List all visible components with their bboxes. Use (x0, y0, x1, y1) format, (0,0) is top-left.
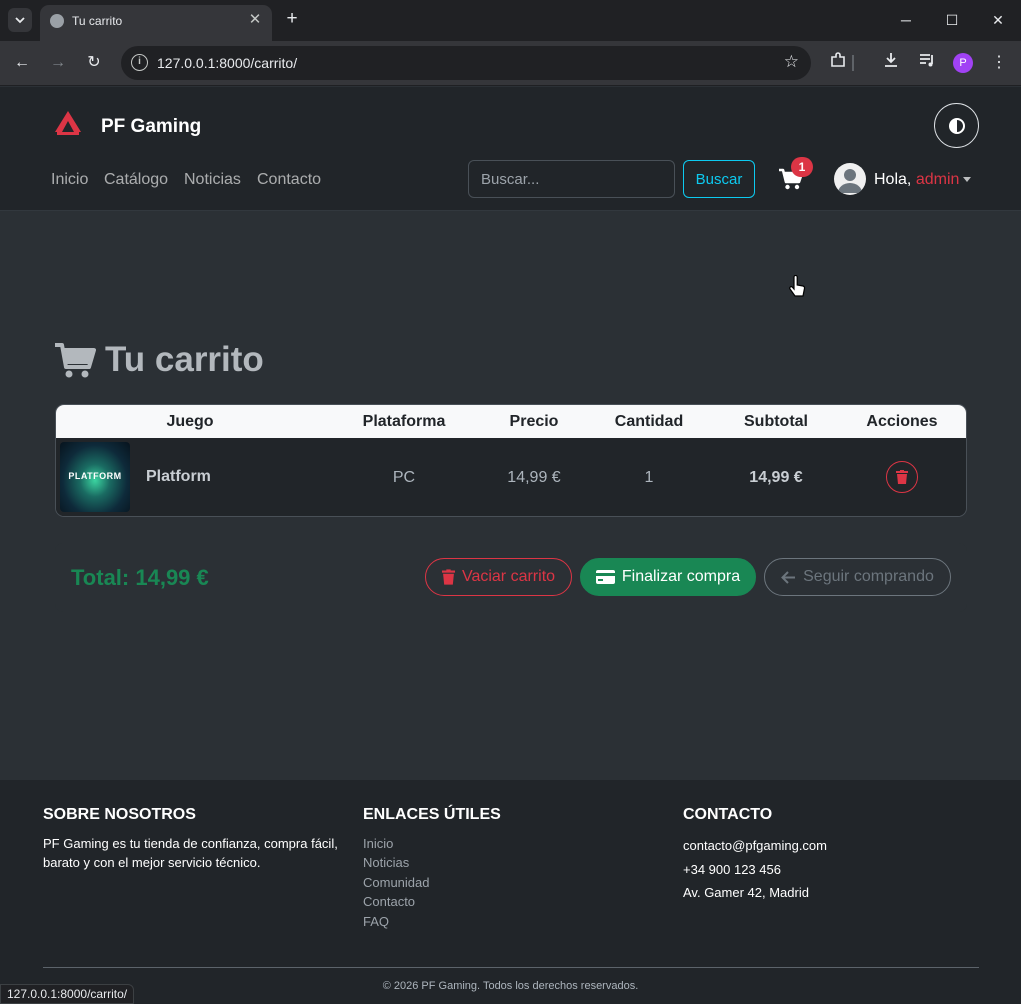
cart-icon (55, 343, 96, 378)
column-header-subtotal: Subtotal (744, 413, 808, 430)
footer-contact-email[interactable]: contacto@pfgaming.com (683, 834, 983, 858)
page-title: Tu carrito (54, 338, 264, 382)
game-subtotal: 14,99 € (749, 469, 803, 486)
game-platform: PC (392, 469, 416, 486)
column-header-juego: Juego (166, 413, 214, 430)
table-header: Juego Plataforma Precio Cantidad Subtota… (56, 405, 966, 438)
user-menu-toggle[interactable]: Hola, admin (874, 171, 972, 189)
continue-shopping-label: Seguir comprando (803, 568, 934, 585)
cart-table: Juego Plataforma Precio Cantidad Subtota… (55, 404, 967, 517)
caret-down-icon (963, 177, 972, 183)
empty-cart-label: Vaciar carrito (461, 568, 556, 585)
page-title-text: Tu carrito (105, 340, 264, 379)
empty-cart-button[interactable]: Vaciar carrito (425, 558, 572, 596)
cursor-icon (789, 275, 806, 297)
user-icon[interactable] (834, 163, 866, 195)
toolbar-divider (852, 55, 854, 71)
nav-link-inicio[interactable]: Inicio (51, 171, 88, 189)
username: admin (915, 171, 960, 188)
footer-about-heading: SOBRE NOSOTROS (43, 806, 196, 823)
column-header-cantidad: Cantidad (614, 413, 684, 430)
greeting-text: Hola, (874, 171, 912, 188)
credit-card-icon (595, 570, 615, 584)
maximize-icon[interactable]: ☐ (937, 8, 967, 32)
footer-links: ENLACES ÚTILES Inicio Noticias Comunidad… (363, 806, 663, 931)
status-bar-url: 127.0.0.1:8000/carrito/ (0, 984, 135, 1004)
continue-shopping-button[interactable]: Seguir comprando (764, 558, 951, 596)
profile-avatar[interactable]: P (953, 53, 973, 73)
star-icon[interactable]: ☆ (784, 52, 799, 72)
footer-link-inicio[interactable]: Inicio (363, 834, 663, 853)
download-icon[interactable] (879, 51, 903, 75)
cart-total: Total: 14,99 € (71, 565, 209, 590)
browser-tab-strip: Tu carrito ✕ + ─ ☐ ✕ (0, 0, 1021, 41)
plus-icon[interactable]: + (283, 9, 301, 29)
footer-contact-phone: +34 900 123 456 (683, 861, 781, 877)
site-footer: SOBRE NOSOTROS PF Gaming es tu tienda de… (0, 780, 1021, 1004)
arrow-left-icon (781, 570, 796, 584)
back-icon[interactable]: ← (9, 51, 35, 75)
game-name[interactable]: Platform (146, 468, 211, 486)
footer-copyright: © 2026 PF Gaming. Todos los derechos res… (382, 980, 639, 992)
url-text[interactable]: 127.0.0.1:8000/carrito/ (157, 55, 297, 71)
info-icon[interactable]: i (131, 54, 148, 71)
footer-about-text: PF Gaming es tu tienda de confianza, com… (43, 836, 338, 870)
cart-summary: Total: 14,99 € Vaciar carrito Finalizar … (55, 543, 967, 612)
nav-link-catalogo[interactable]: Catálogo (104, 171, 168, 189)
address-bar[interactable]: i 127.0.0.1:8000/carrito/ ☆ (121, 46, 811, 80)
minimize-icon[interactable]: ─ (891, 8, 921, 32)
reload-icon[interactable]: ↻ (81, 51, 107, 75)
checkout-button[interactable]: Finalizar compra (580, 558, 756, 596)
footer-link-faq[interactable]: FAQ (363, 912, 663, 931)
footer-link-comunidad[interactable]: Comunidad (363, 873, 663, 892)
column-header-acciones: Acciones (866, 413, 938, 430)
brand-name[interactable]: PF Gaming (101, 116, 201, 138)
trash-icon (441, 569, 455, 585)
table-row: PLATFORM Platform PC 14,99 € 1 14,99 € (56, 438, 966, 516)
nav-link-contacto[interactable]: Contacto (257, 171, 321, 189)
thumbnail-text: PLATFORM (68, 471, 122, 481)
chevron-down-icon (15, 17, 25, 24)
forward-icon[interactable]: → (45, 51, 71, 75)
trash-icon (896, 470, 908, 484)
search-button[interactable]: Buscar (683, 160, 755, 198)
extensions-icon[interactable] (826, 51, 850, 75)
search-input[interactable] (468, 160, 675, 198)
footer-contact-heading: CONTACTO (683, 806, 773, 823)
cart-count-badge: 1 (791, 157, 813, 177)
game-price: 14,99 € (507, 469, 561, 486)
checkout-label: Finalizar compra (621, 568, 741, 585)
menu-icon[interactable]: ⋮ (987, 51, 1011, 75)
browser-tab[interactable]: Tu carrito ✕ (40, 5, 272, 41)
footer-contact: CONTACTO contacto@pfgaming.com +34 900 1… (683, 806, 983, 905)
footer-links-heading: ENLACES ÚTILES (363, 806, 501, 823)
remove-item-button[interactable] (886, 461, 918, 493)
footer-divider (43, 967, 979, 968)
close-icon[interactable]: ✕ (246, 11, 264, 29)
game-quantity: 1 (644, 469, 654, 486)
column-header-plataforma: Plataforma (362, 413, 446, 430)
footer-about: SOBRE NOSOTROS PF Gaming es tu tienda de… (43, 806, 343, 872)
globe-icon (50, 14, 64, 28)
footer-contact-address: Av. Gamer 42, Madrid (683, 885, 809, 900)
nav-link-noticias[interactable]: Noticias (184, 171, 241, 189)
game-thumbnail[interactable]: PLATFORM (60, 442, 130, 512)
tab-search-button[interactable] (8, 8, 32, 32)
footer-link-noticias[interactable]: Noticias (363, 853, 663, 872)
footer-link-contacto[interactable]: Contacto (363, 892, 663, 911)
tab-title: Tu carrito (72, 14, 123, 28)
logo-icon[interactable] (54, 110, 82, 136)
window-close-icon[interactable]: ✕ (983, 8, 1013, 32)
column-header-precio: Precio (509, 413, 559, 430)
site-header: PF Gaming Inicio Catálogo Noticias Conta… (0, 87, 1021, 297)
theme-toggle-button[interactable] (934, 103, 979, 148)
contrast-icon (948, 117, 965, 134)
media-icon[interactable] (915, 51, 939, 75)
browser-toolbar: ← → ↻ i 127.0.0.1:8000/carrito/ ☆ P ⋮ (0, 41, 1021, 86)
